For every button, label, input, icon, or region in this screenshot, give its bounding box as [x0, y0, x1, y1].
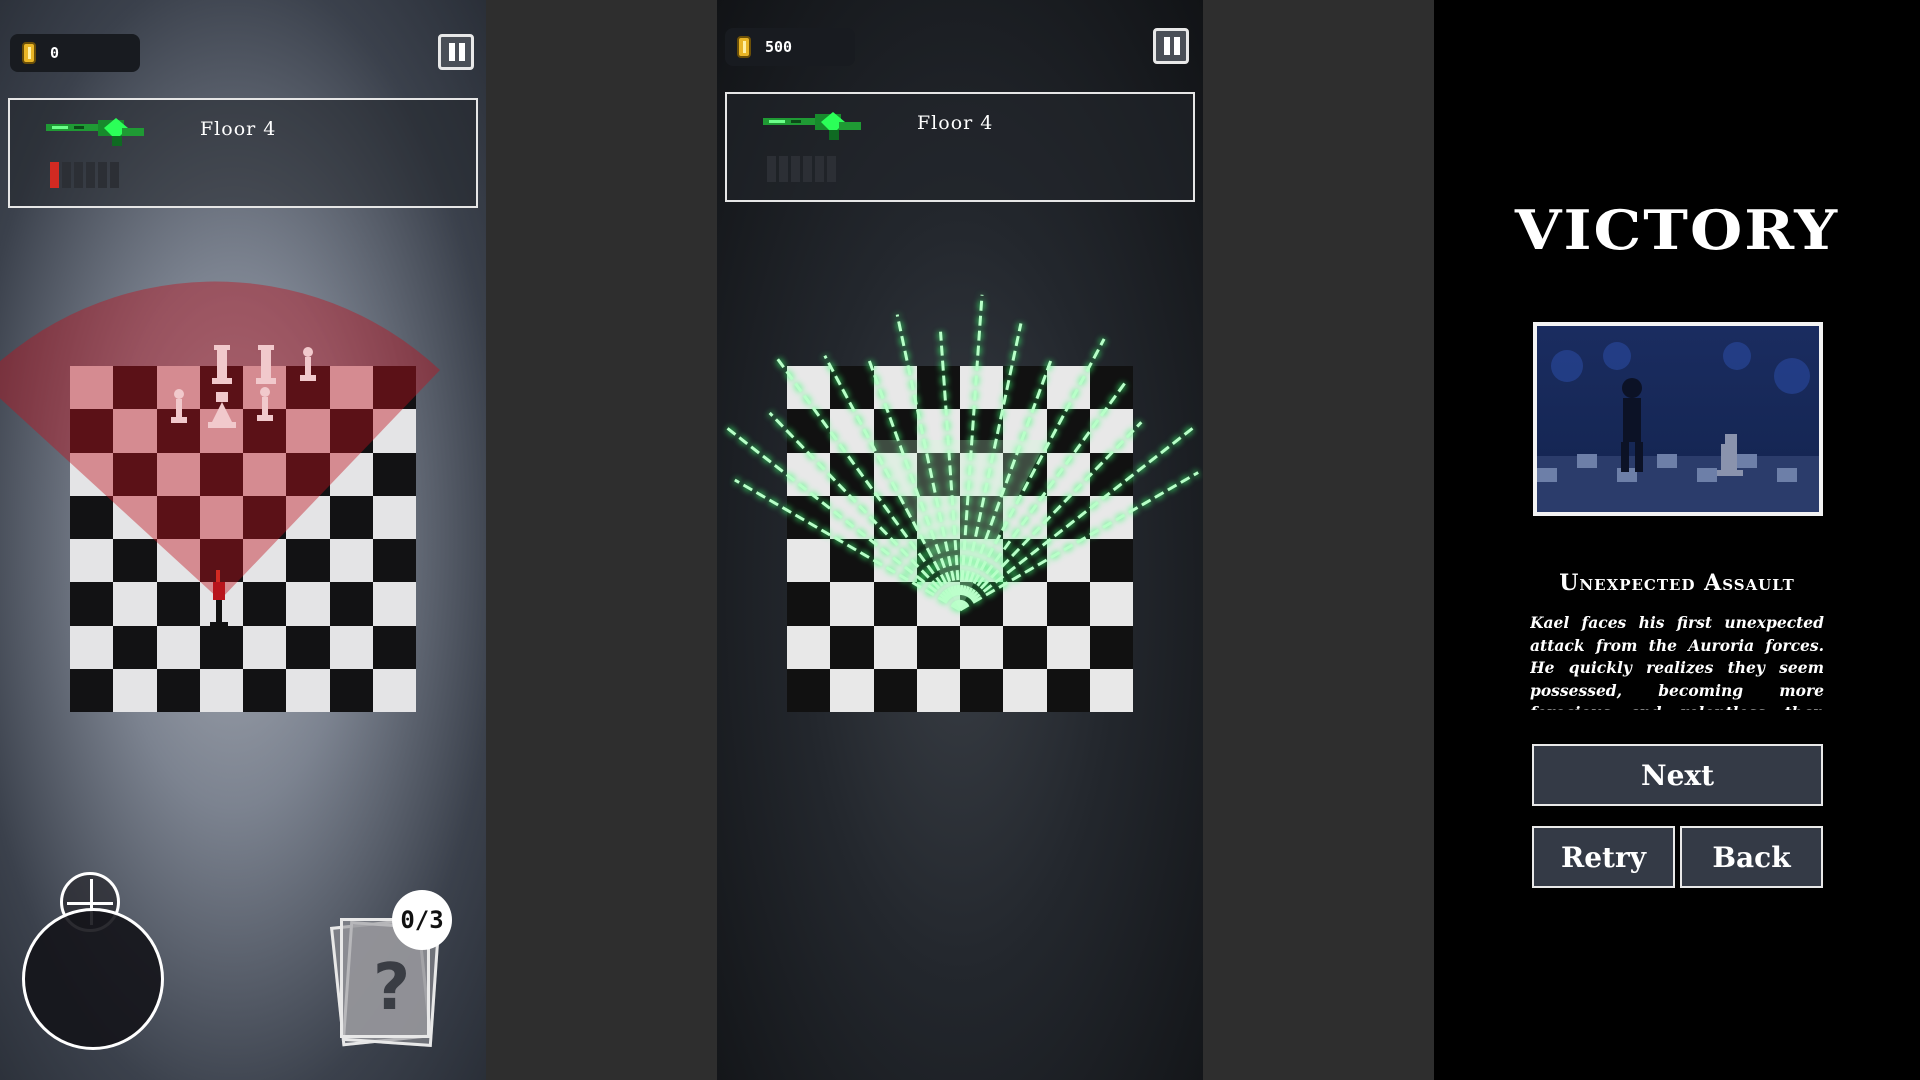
- board-square[interactable]: [243, 625, 287, 669]
- story-illustration: [1533, 322, 1823, 516]
- ammo-meter: [767, 156, 836, 182]
- card-counter: 0/3: [392, 890, 452, 950]
- enemy-chess-pieces: [171, 345, 316, 428]
- laser-rifle-icon: [763, 112, 861, 140]
- board-square[interactable]: [286, 668, 330, 712]
- ammo-cell: [815, 156, 824, 182]
- ammo-cell: [62, 162, 71, 188]
- victory-title: VICTORY: [1514, 199, 1840, 263]
- movement-joystick[interactable]: [22, 908, 164, 1050]
- weapon-floor-hud: Floor 4: [8, 98, 478, 208]
- ammo-cell: [791, 156, 800, 182]
- floor-label: Floor 4: [200, 118, 277, 140]
- board-square[interactable]: [199, 668, 243, 712]
- card-question-mark: ?: [373, 951, 411, 1025]
- board-square[interactable]: [70, 668, 114, 712]
- ammo-cell: [98, 162, 107, 188]
- board-square[interactable]: [113, 668, 157, 712]
- ammo-cell: [110, 162, 119, 188]
- board-square[interactable]: [329, 668, 373, 712]
- coin-counter: 500: [725, 28, 855, 66]
- ammo-cell: [50, 162, 59, 188]
- chapter-title: Unexpected Assault: [1559, 570, 1795, 596]
- player-chess-piece: [210, 570, 228, 630]
- victory-screen: VICTORY Unexpected Assault Kael faces hi…: [1434, 0, 1920, 1080]
- ammo-cell: [86, 162, 95, 188]
- board-square[interactable]: [156, 668, 200, 712]
- ammo-cell: [74, 162, 83, 188]
- coin-icon: [737, 36, 751, 58]
- board-square[interactable]: [372, 625, 416, 669]
- laser-rifle-icon: [46, 118, 144, 146]
- gameplay-panel-firing: 500 Floor 4: [717, 0, 1203, 1080]
- laser-burst-effect: [723, 294, 1200, 614]
- pause-button[interactable]: [1153, 28, 1189, 64]
- back-button[interactable]: Back: [1680, 826, 1823, 888]
- enemy-danger-zone: [0, 281, 440, 600]
- pause-button[interactable]: [438, 34, 474, 70]
- coin-value: 500: [765, 38, 793, 56]
- ammo-cell: [803, 156, 812, 182]
- ammo-cell: [779, 156, 788, 182]
- retry-button[interactable]: Retry: [1532, 826, 1675, 888]
- ammo-cell: [827, 156, 836, 182]
- board-square[interactable]: [329, 625, 373, 669]
- board-square[interactable]: [113, 625, 157, 669]
- board-square[interactable]: [156, 625, 200, 669]
- next-button[interactable]: Next: [1532, 744, 1823, 806]
- board-square[interactable]: [372, 668, 416, 712]
- floor-label: Floor 4: [917, 112, 994, 134]
- gameplay-panel-aiming: 0 Floor 4 ? 0/3: [0, 0, 486, 1080]
- weapon-floor-hud: Floor 4: [725, 92, 1195, 202]
- story-text: Kael faces his first unexpected attack f…: [1530, 613, 1824, 710]
- board-square[interactable]: [243, 668, 287, 712]
- ammo-meter: [50, 162, 119, 188]
- board-square[interactable]: [286, 625, 330, 669]
- coin-value: 0: [50, 44, 60, 62]
- board-square[interactable]: [70, 625, 114, 669]
- coin-counter: 0: [10, 34, 140, 72]
- ammo-cell: [767, 156, 776, 182]
- coin-icon: [22, 42, 36, 64]
- story-scene-art: [1537, 342, 1819, 512]
